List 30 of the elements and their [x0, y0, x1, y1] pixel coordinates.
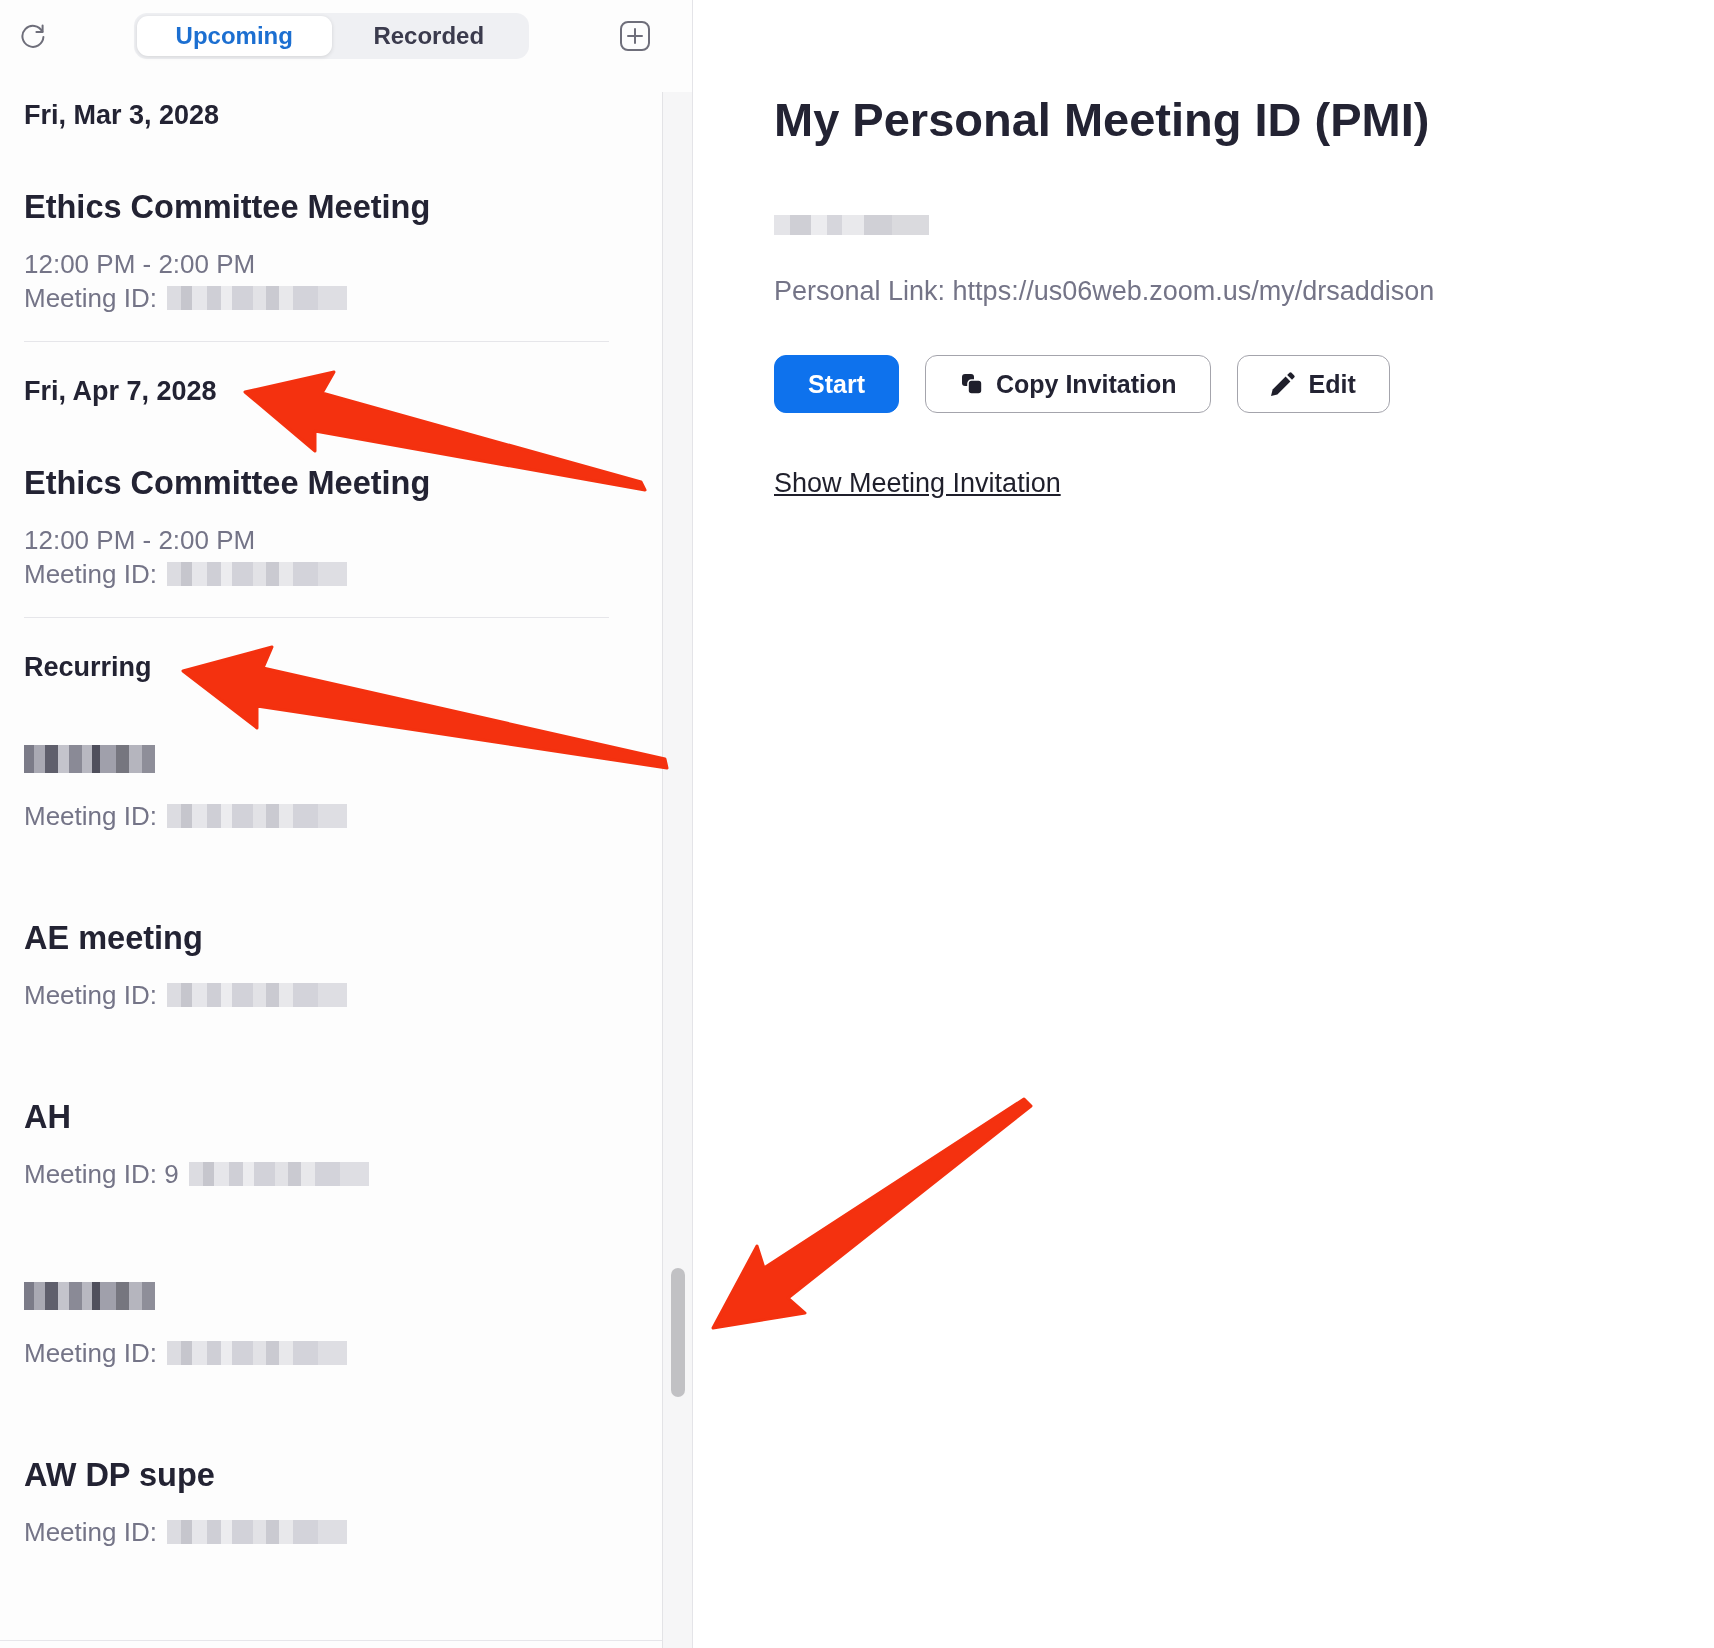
- meeting-id-label: Meeting ID:: [24, 1516, 157, 1549]
- meeting-title: Ethics Committee Meeting: [24, 188, 431, 227]
- personal-link-text: Personal Link: https://us06web.zoom.us/my/drsaddison: [774, 275, 1435, 307]
- meeting-title: Ethics Committee Meeting: [24, 464, 431, 503]
- edit-button[interactable]: Edit: [1236, 355, 1390, 413]
- meeting-title: AE meeting: [24, 919, 203, 958]
- meeting-id-label: Meeting ID:: [24, 1337, 157, 1370]
- meeting-id-label: Meeting ID:: [24, 558, 157, 591]
- meeting-id-label: Meeting ID: 9: [24, 1158, 179, 1191]
- page-title: My Personal Meeting ID (PMI): [774, 92, 1430, 148]
- tab[interactable]: Recorded: [331, 16, 526, 56]
- meeting-id-label: Meeting ID:: [24, 800, 157, 833]
- show-invitation-link[interactable]: Show Meeting Invitation: [774, 468, 1061, 498]
- copy-icon: [961, 374, 982, 394]
- date-heading: Fri, Mar 3, 2028: [24, 99, 220, 131]
- meeting-title: AH: [24, 1098, 71, 1137]
- meeting-time: 12:00 PM - 2:00 PM: [24, 524, 256, 557]
- add-icon[interactable]: [620, 21, 650, 51]
- meeting-time: 12:00 PM - 2:00 PM: [24, 248, 256, 281]
- date-heading: Recurring: [24, 651, 152, 683]
- tab[interactable]: Upcoming: [137, 16, 332, 56]
- date-heading: Fri, Apr 7, 2028: [24, 375, 217, 407]
- refresh-icon[interactable]: [20, 23, 46, 49]
- meeting-id-label: Meeting ID:: [24, 979, 157, 1012]
- meeting-title: AW DP supe: [24, 1456, 215, 1495]
- meeting-id-label: Meeting ID:: [24, 282, 157, 315]
- copy-invitation-button[interactable]: Copy Invitation: [924, 355, 1211, 413]
- start-button[interactable]: Start: [774, 355, 899, 413]
- scrollbar-thumb[interactable]: [670, 1268, 685, 1397]
- pencil-icon: [1270, 372, 1295, 396]
